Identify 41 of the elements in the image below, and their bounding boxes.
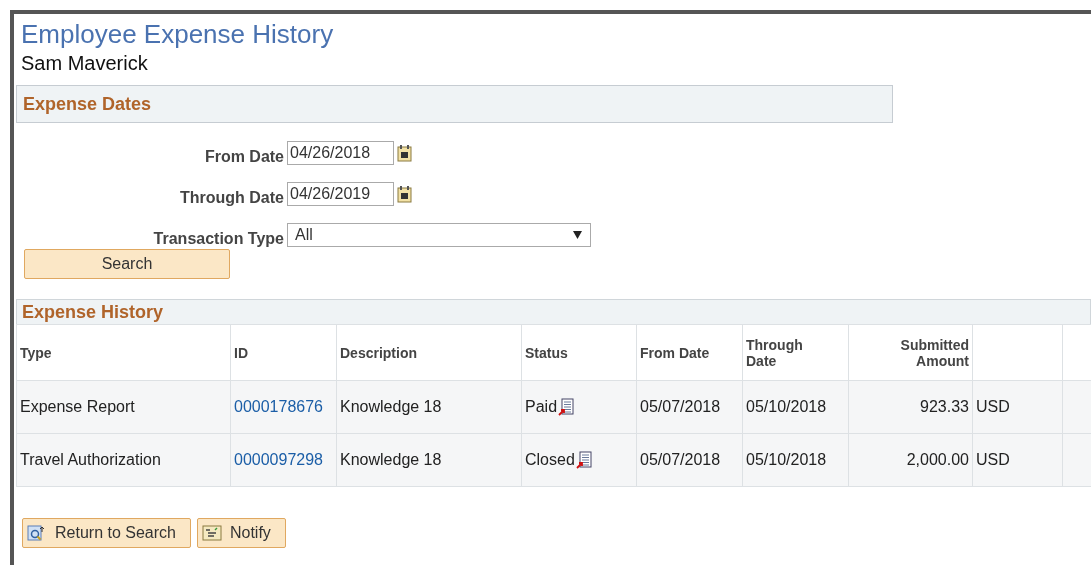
table-cell: 2,000.00 bbox=[906, 451, 969, 468]
calendar-icon[interactable] bbox=[397, 143, 413, 162]
table-cell: 05/07/2018 bbox=[640, 451, 721, 468]
table-cell: Travel Authorization bbox=[20, 451, 161, 468]
table-cell: USD bbox=[976, 451, 1010, 468]
table-cell: USD bbox=[976, 398, 1010, 415]
dropdown-arrow-icon bbox=[573, 230, 582, 239]
column-header: Type bbox=[20, 344, 52, 361]
status-text: Paid bbox=[525, 398, 558, 416]
column-header: From Date bbox=[640, 344, 710, 361]
table-cell: 05/10/2018 bbox=[746, 398, 827, 415]
employee-name: Sam Maverick bbox=[21, 52, 149, 75]
table-cell: Knowledge 18 bbox=[340, 451, 442, 468]
field-label: From Date bbox=[203, 146, 285, 166]
table-cell: Knowledge 18 bbox=[340, 398, 442, 415]
section-header: Expense Dates bbox=[16, 85, 893, 123]
table-cell: Expense Report bbox=[20, 398, 135, 415]
date-field[interactable]: 04/26/2018 bbox=[287, 140, 394, 165]
field-label: Through Date bbox=[179, 187, 285, 207]
note-icon bbox=[201, 525, 222, 541]
column-header: Through Date bbox=[746, 336, 804, 369]
column-header: ID bbox=[234, 344, 248, 361]
magnifier-page-icon bbox=[27, 524, 47, 542]
status-text: Closed bbox=[525, 451, 575, 469]
column-header: Submitted Amount bbox=[900, 336, 969, 369]
date-field[interactable]: 04/26/2019 bbox=[287, 181, 394, 206]
return-to-search-button[interactable]: Return to Search bbox=[22, 518, 191, 548]
document-icon[interactable] bbox=[558, 398, 576, 416]
page-title: Employee Expense History bbox=[21, 19, 335, 50]
table-cell: 05/07/2018 bbox=[640, 398, 721, 415]
notify-button[interactable]: Notify bbox=[196, 518, 286, 548]
column-header: Status bbox=[525, 344, 568, 361]
table-cell: 05/10/2018 bbox=[746, 451, 827, 468]
transaction-type-dropdown[interactable]: All bbox=[287, 222, 591, 247]
document-icon[interactable] bbox=[575, 451, 593, 469]
field-label: Transaction Type bbox=[152, 228, 285, 248]
column-header: Description bbox=[340, 344, 417, 361]
search-button[interactable]: Search bbox=[24, 249, 230, 279]
table-cell: 923.33 bbox=[920, 398, 969, 415]
section-header: Expense History bbox=[16, 299, 1091, 324]
calendar-icon[interactable] bbox=[397, 184, 413, 203]
